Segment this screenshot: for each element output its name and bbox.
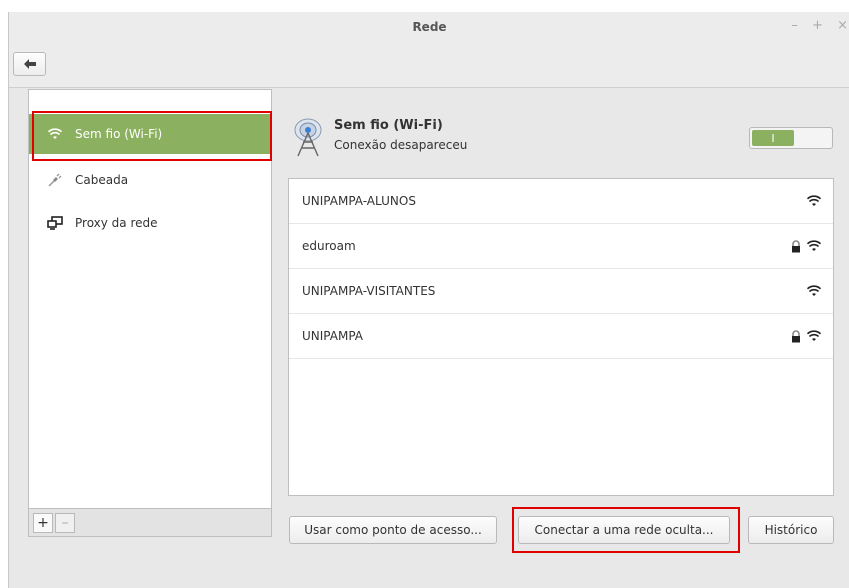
- back-button[interactable]: [13, 52, 46, 76]
- wifi-signal-icon: [807, 330, 821, 341]
- wifi-signal-icon: [807, 285, 821, 296]
- network-name: UNIPAMPA-ALUNOS: [302, 194, 416, 208]
- sidebar-toolbar: + –: [28, 509, 272, 537]
- history-button[interactable]: Histórico: [748, 516, 834, 544]
- add-connection-button[interactable]: +: [33, 512, 53, 533]
- network-row[interactable]: UNIPAMPA-ALUNOS: [289, 179, 833, 224]
- sidebar-item-label: Cabeada: [75, 173, 129, 187]
- button-highlight-box: [512, 507, 740, 553]
- network-name: UNIPAMPA-VISITANTES: [302, 284, 436, 298]
- network-row[interactable]: UNIPAMPA: [289, 314, 833, 359]
- wifi-signal-icon: [807, 195, 821, 206]
- maximize-button[interactable]: +: [812, 18, 823, 33]
- wireless-antenna-icon: [294, 118, 322, 157]
- network-row[interactable]: eduroam: [289, 224, 833, 269]
- title-bar: Rede – + ×: [9, 12, 849, 88]
- sidebar-item-label: Proxy da rede: [75, 216, 158, 230]
- back-arrow-icon: [23, 59, 36, 69]
- minimize-button[interactable]: –: [791, 18, 798, 33]
- wifi-toggle-switch[interactable]: I: [749, 127, 833, 149]
- window-title: Rede: [412, 20, 447, 34]
- window-controls: – + ×: [781, 18, 848, 33]
- close-button[interactable]: ×: [837, 18, 848, 33]
- wifi-signal-icon: [807, 240, 821, 251]
- hotspot-button[interactable]: Usar como ponto de acesso...: [289, 516, 497, 544]
- wired-plug-icon: [45, 172, 65, 188]
- page-title: Sem fio (Wi-Fi): [334, 118, 443, 133]
- lock-icon: [792, 239, 800, 252]
- sidebar-item-wired[interactable]: Cabeada: [29, 160, 271, 200]
- remove-connection-button[interactable]: –: [55, 512, 75, 533]
- proxy-network-icon: [45, 216, 65, 230]
- network-name: UNIPAMPA: [302, 329, 364, 343]
- connection-status: Conexão desapareceu: [334, 138, 468, 152]
- sidebar-selection-highlight: [32, 111, 272, 161]
- sidebar-item-proxy[interactable]: Proxy da rede: [29, 203, 271, 243]
- network-list: UNIPAMPA-ALUNOS eduroam UNIPAMPA-VISITAN…: [288, 178, 834, 496]
- network-name: eduroam: [302, 239, 356, 253]
- toggle-on-label: I: [752, 130, 794, 146]
- network-row[interactable]: UNIPAMPA-VISITANTES: [289, 269, 833, 314]
- lock-icon: [792, 329, 800, 342]
